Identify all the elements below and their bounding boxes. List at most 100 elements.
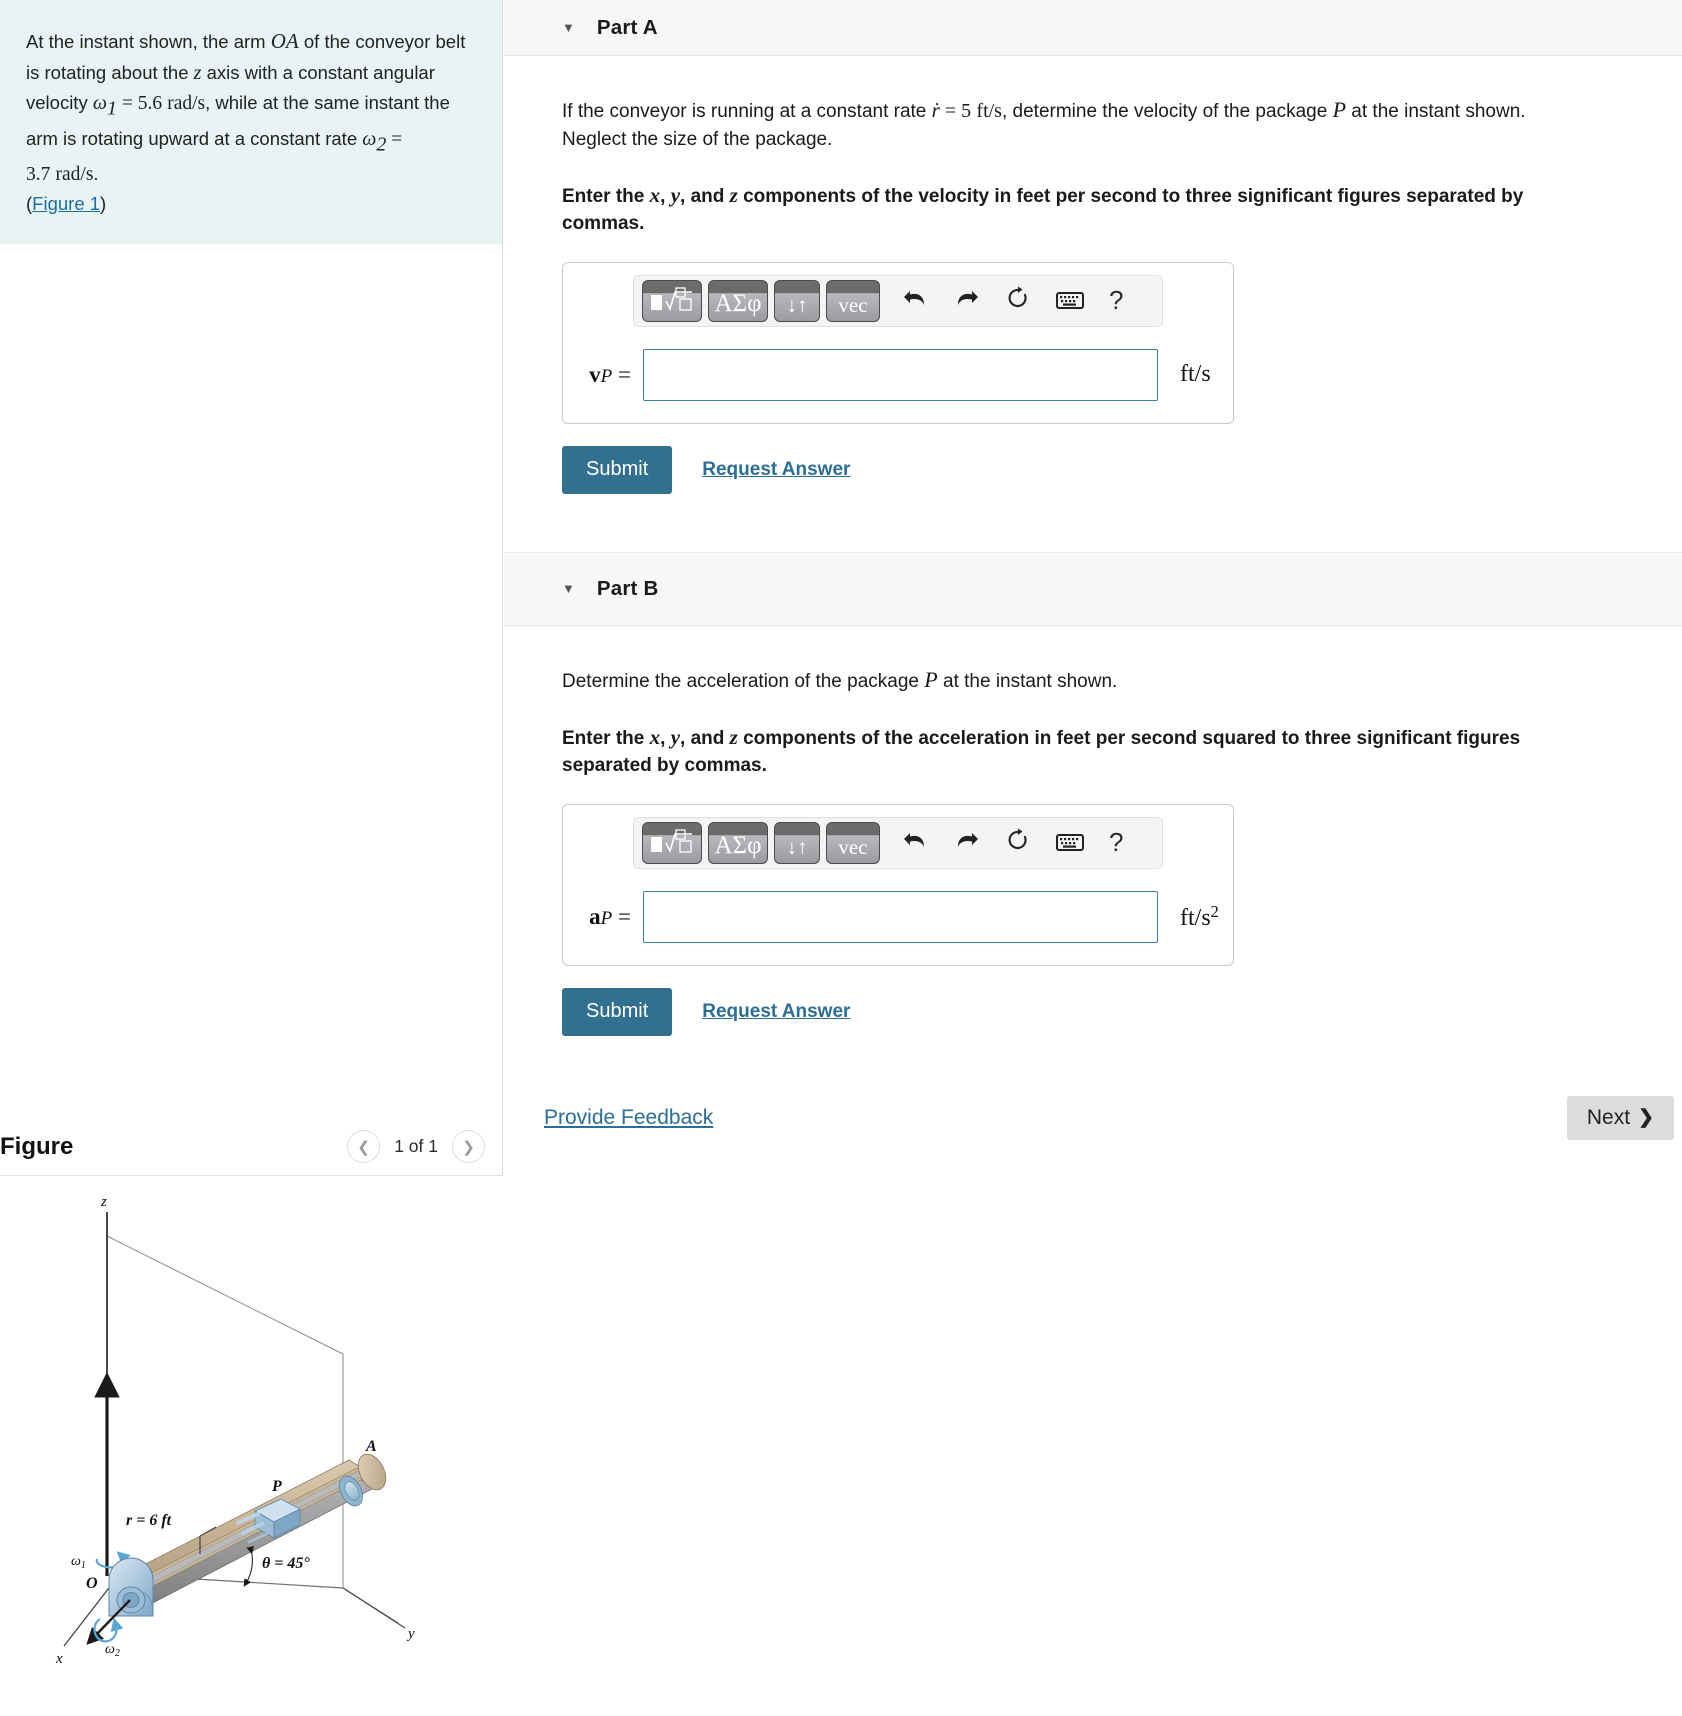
pa-lbl-bold: v xyxy=(589,361,601,387)
part-a-request-answer-link[interactable]: Request Answer xyxy=(702,459,850,481)
vector-button[interactable]: vec xyxy=(826,279,880,322)
chevron-right-icon-next: ❯ xyxy=(1638,1107,1654,1129)
part-b-instruction: Enter the x, y, and z components of the … xyxy=(562,724,1521,777)
greek-symbols-button[interactable]: ΑΣφ xyxy=(708,279,768,322)
undo-icon[interactable] xyxy=(902,287,928,314)
redo-icon-b[interactable] xyxy=(954,829,980,856)
vec-icon: vec xyxy=(838,292,868,317)
template-sqrt-button[interactable] xyxy=(642,279,702,322)
pb-lbl-sub: P xyxy=(600,907,613,929)
pb-q-pre: Determine the acceleration of the packag… xyxy=(562,670,925,692)
part-a-header[interactable]: ▼ Part A xyxy=(504,0,1682,56)
part-a-answer-card: ΑΣφ ↓↑ vec ? vP = ft/s xyxy=(562,261,1234,424)
problem-page: At the instant shown, the arm OA of the … xyxy=(0,0,1682,1716)
pa-q-pre: If the conveyor is running at a constant… xyxy=(562,101,932,122)
chevron-down-icon[interactable]: ▼ xyxy=(562,21,575,34)
figure-nav: ❮ 1 of 1 ❯ xyxy=(347,1130,485,1163)
part-b-answer-card: ΑΣφ ↓↑ vec ? aP = ft/s2 xyxy=(562,803,1234,966)
pa-i-pre: Enter the xyxy=(562,185,650,207)
next-button[interactable]: Next ❯ xyxy=(1566,1095,1674,1140)
template-sqrt-button-b[interactable] xyxy=(642,821,702,864)
figure-1-link[interactable]: Figure 1 xyxy=(32,193,100,214)
right-panel: ▼ Part A If the conveyor is running at a… xyxy=(504,0,1682,1716)
axis-x-label: x xyxy=(55,1651,63,1667)
omega2-figure-label: ω2 xyxy=(105,1642,120,1659)
spacer-a-b xyxy=(504,494,1682,552)
pb-lbl-bold: a xyxy=(589,903,601,929)
next-button-label: Next xyxy=(1586,1105,1631,1129)
pb-q-post: at the instant shown. xyxy=(937,670,1118,692)
keyboard-icon[interactable] xyxy=(1056,291,1084,310)
part-b-header[interactable]: ▼ Part B xyxy=(504,551,1682,626)
page-footer: Provide Feedback Next ❯ xyxy=(504,1095,1682,1140)
pa-comp-y: y xyxy=(670,182,681,207)
pb-unit-base: ft/s xyxy=(1180,904,1211,931)
keyboard-icon-b[interactable] xyxy=(1056,833,1084,852)
pb-lbl-eq: = xyxy=(612,903,631,929)
figure-counter: 1 of 1 xyxy=(394,1136,438,1156)
omega2-subscript: 2 xyxy=(376,133,387,156)
arrows-button[interactable]: ↓↑ xyxy=(774,279,820,322)
redo-icon[interactable] xyxy=(954,287,980,314)
radius-label: r = 6 ft xyxy=(126,1512,172,1529)
part-a-submit-button[interactable]: Submit xyxy=(562,445,673,494)
omega2-equals: = xyxy=(386,129,403,151)
help-icon[interactable]: ? xyxy=(1109,285,1123,316)
part-b-answer-row: aP = ft/s2 xyxy=(563,890,1233,943)
part-b-answer-input[interactable] xyxy=(643,890,1158,943)
reset-icon[interactable] xyxy=(1006,286,1030,315)
pa-lbl-eq: = xyxy=(612,361,631,387)
omega1-units: rad/s xyxy=(167,93,206,115)
omega1-subscript: 1 xyxy=(106,97,117,120)
pb-package-label: P xyxy=(924,666,938,692)
help-icon-b[interactable]: ? xyxy=(1109,827,1123,858)
arrows-button-b[interactable]: ↓↑ xyxy=(774,821,820,864)
part-a-instruction: Enter the x, y, and z components of the … xyxy=(562,182,1524,235)
pa-comp-x: x xyxy=(649,182,661,207)
omega2-symbol: ω xyxy=(362,128,377,151)
rate-units: ft/s xyxy=(976,100,1002,122)
pa-lbl-sub: P xyxy=(600,365,613,387)
part-a-math-toolbar: ΑΣφ ↓↑ vec ? xyxy=(633,274,1163,327)
part-b-body: Determine the acceleration of the packag… xyxy=(504,664,1682,1036)
pb-unit-exp: 2 xyxy=(1210,901,1219,921)
omega2-units: rad/s xyxy=(55,164,94,186)
pb-comp-z: z xyxy=(729,724,738,749)
pa-package-label: P xyxy=(1332,97,1347,122)
pb-i-post: components of the acceleration in feet p… xyxy=(562,727,1521,777)
provide-feedback-link[interactable]: Provide Feedback xyxy=(544,1106,713,1130)
part-b-submit-button[interactable]: Submit xyxy=(562,987,673,1036)
arrows-icon-b: ↓↑ xyxy=(786,835,808,859)
problem-text-1: At the instant shown, the arm xyxy=(26,31,271,52)
pa-comp-z: z xyxy=(729,182,738,207)
rate-equals: = xyxy=(939,100,962,122)
part-a-question: If the conveyor is running at a constant… xyxy=(562,94,1537,154)
reset-icon-b[interactable] xyxy=(1006,828,1030,857)
arrows-icon: ↓↑ xyxy=(786,293,808,317)
axis-z-label: z xyxy=(100,1194,107,1210)
pa-i-post: components of the velocity in feet per s… xyxy=(562,185,1524,235)
part-b-request-answer-link[interactable]: Request Answer xyxy=(702,1001,850,1023)
axis-y-label: y xyxy=(406,1626,415,1642)
chevron-left-icon[interactable]: ❮ xyxy=(347,1130,381,1163)
sqrt-icon-b xyxy=(643,828,701,863)
part-a-unit: ft/s xyxy=(1180,361,1211,388)
omega1-figure-label: ω1 xyxy=(71,1554,86,1571)
figure-title: Figure xyxy=(0,1132,74,1160)
chevron-down-icon-b[interactable]: ▼ xyxy=(562,582,575,595)
part-b-math-toolbar: ΑΣφ ↓↑ vec ? xyxy=(633,816,1163,869)
rate-symbol: ṙ xyxy=(931,98,940,122)
part-a-answer-input[interactable] xyxy=(643,348,1158,401)
pa-q-mid: , determine the velocity of the package xyxy=(1001,101,1333,122)
rate-value: 5 xyxy=(961,100,972,122)
greek-symbols-button-b[interactable]: ΑΣφ xyxy=(708,821,768,864)
vector-button-b[interactable]: vec xyxy=(826,821,880,864)
chevron-right-icon[interactable]: ❯ xyxy=(452,1130,485,1163)
part-b-answer-label: aP = xyxy=(581,904,643,930)
part-b-unit: ft/s2 xyxy=(1180,902,1219,932)
figure-panel: Figure ❮ 1 of 1 ❯ z y x A P r = 6 ft ω1 … xyxy=(0,1118,503,1716)
pb-i-pre: Enter the xyxy=(562,727,650,749)
part-a-answer-label: vP = xyxy=(581,362,643,388)
part-b-label: Part B xyxy=(596,576,659,600)
undo-icon-b[interactable] xyxy=(902,829,928,856)
